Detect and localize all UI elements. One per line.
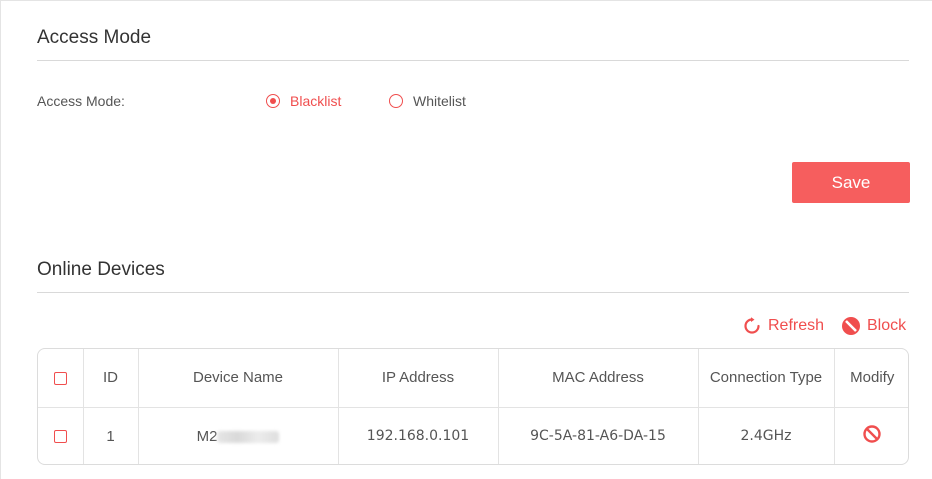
cell-id: 1 [83,407,139,464]
online-devices-divider [37,292,909,293]
access-mode-title: Access Mode [37,27,152,48]
access-mode-label: Access Mode: [37,93,125,109]
refresh-label: Refresh [768,317,825,334]
column-header-device-name: Device Name [138,349,339,407]
column-header-mac-address: MAC Address [498,349,699,407]
save-button[interactable]: Save [792,162,910,203]
select-all-cell [38,349,84,407]
block-icon [842,317,860,335]
table-row: 1 M2 192.168.0.101 9C-5A-81-A6-DA-15 2.4… [38,407,908,464]
select-all-checkbox[interactable] [53,371,67,385]
online-devices-title: Online Devices [37,259,165,280]
column-header-id: ID [83,349,139,407]
cell-device-name: M2 [138,407,339,464]
cell-modify [834,407,908,464]
column-header-connection-type: Connection Type [698,349,835,407]
device-name-text: M2 [196,427,218,445]
online-devices-table: ID Device Name IP Address MAC Address Co… [37,348,909,465]
radio-whitelist[interactable]: Whitelist [389,93,466,109]
radio-blacklist[interactable]: Blacklist [266,93,341,109]
block-button[interactable]: Block [841,316,906,336]
radio-whitelist-label: Whitelist [413,93,466,109]
table-header-row: ID Device Name IP Address MAC Address Co… [38,349,908,407]
row-select-cell [38,407,84,464]
cell-mac-address: 9C-5A-81-A6-DA-15 [498,407,699,464]
radio-checked-icon [266,94,280,108]
row-block-icon[interactable] [862,424,882,448]
radio-blacklist-label: Blacklist [290,93,342,109]
row-checkbox[interactable] [53,430,67,444]
column-header-modify: Modify [850,369,895,387]
cell-ip-address: 192.168.0.101 [338,407,499,464]
radio-unchecked-icon [389,94,403,108]
column-header-ip-address: IP Address [338,349,499,407]
page-frame: Access Mode Access Mode: Blacklist White… [0,0,932,479]
refresh-button[interactable]: Refresh [742,316,824,336]
block-label: Block [867,317,907,334]
access-mode-divider [37,60,909,61]
refresh-icon [744,317,760,334]
cell-connection-type: 2.4GHz [698,407,835,464]
redacted-text [217,430,280,443]
